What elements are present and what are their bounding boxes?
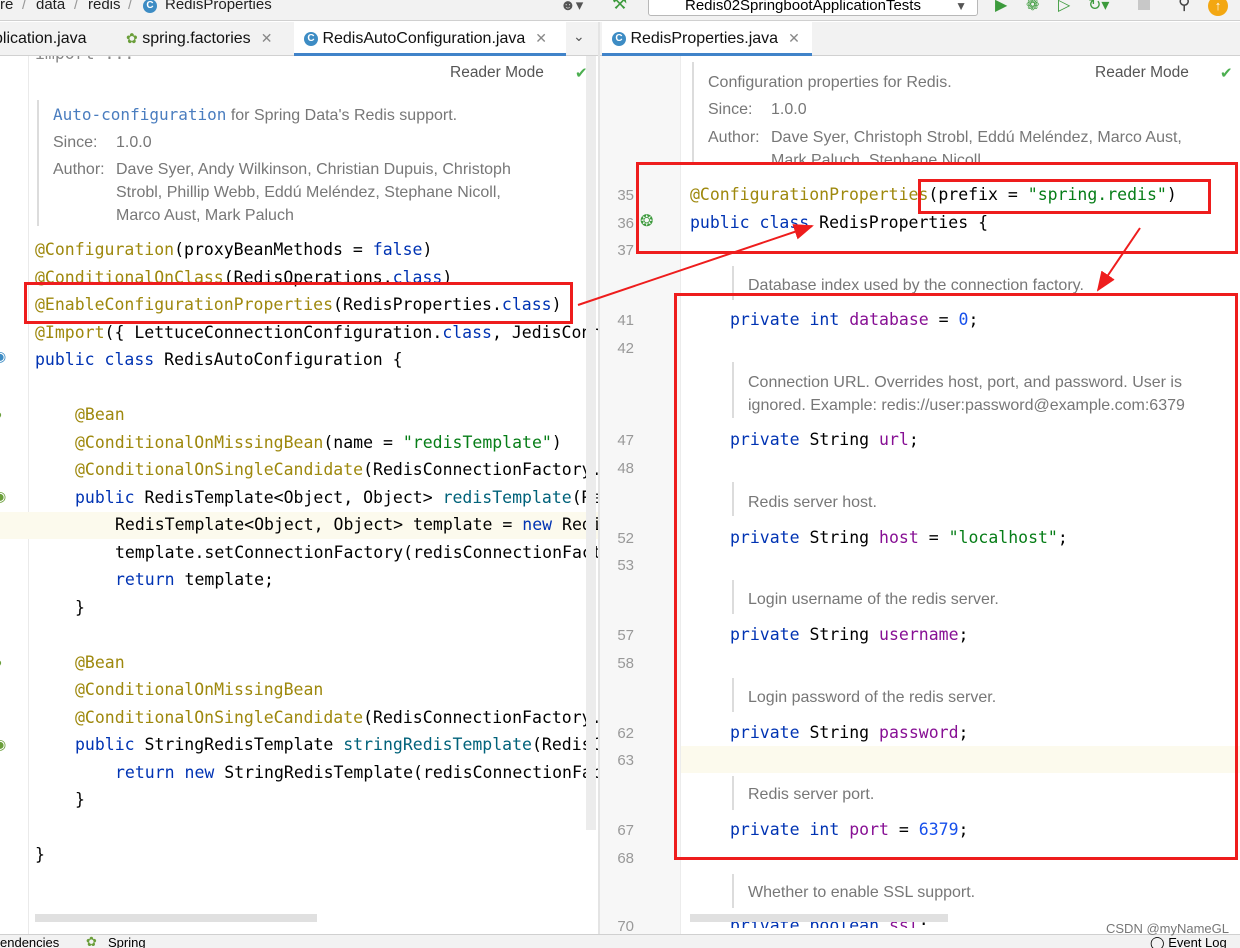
spring-leaf-icon: ✿ (86, 934, 97, 948)
arrow (577, 224, 814, 306)
bottom-tool-bar: endencies ✿ Spring ◯ Event Log (0, 934, 1240, 948)
watermark: CSDN @myNameGL (1106, 921, 1229, 936)
event-log-icon: ◯ (1150, 935, 1165, 948)
event-log-label: Event Log (1168, 935, 1227, 948)
event-log-button[interactable]: ◯ Event Log (1150, 935, 1227, 948)
spring-tab[interactable]: Spring (108, 935, 146, 948)
dependencies-tab[interactable]: endencies (0, 935, 59, 948)
arrow (1096, 227, 1141, 292)
annotation-arrows (577, 224, 1141, 306)
